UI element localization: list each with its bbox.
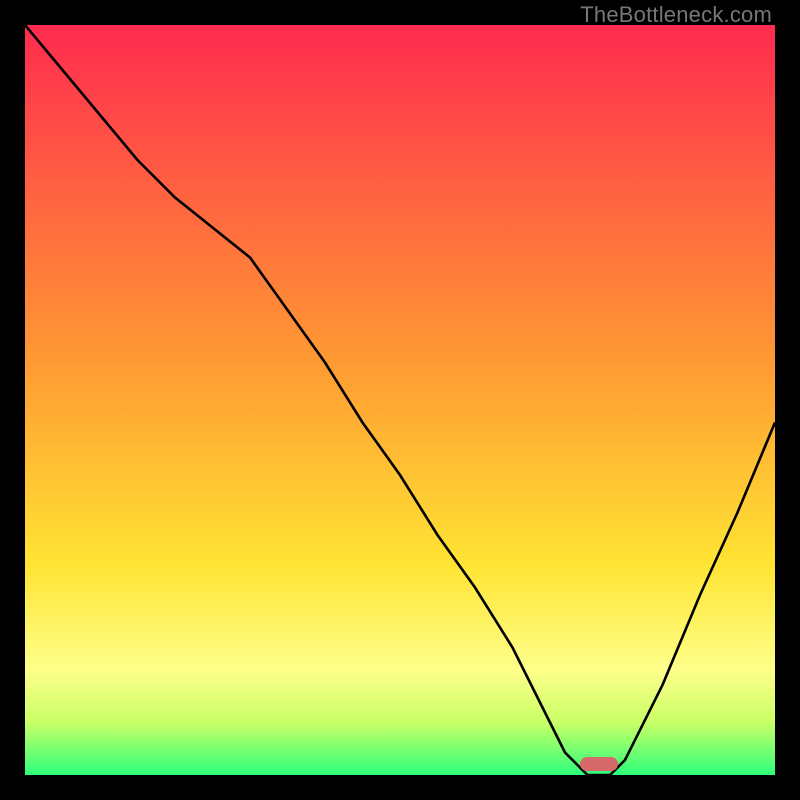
gradient-background [25, 25, 775, 775]
chart-frame [25, 25, 775, 775]
optimal-marker [580, 757, 618, 771]
